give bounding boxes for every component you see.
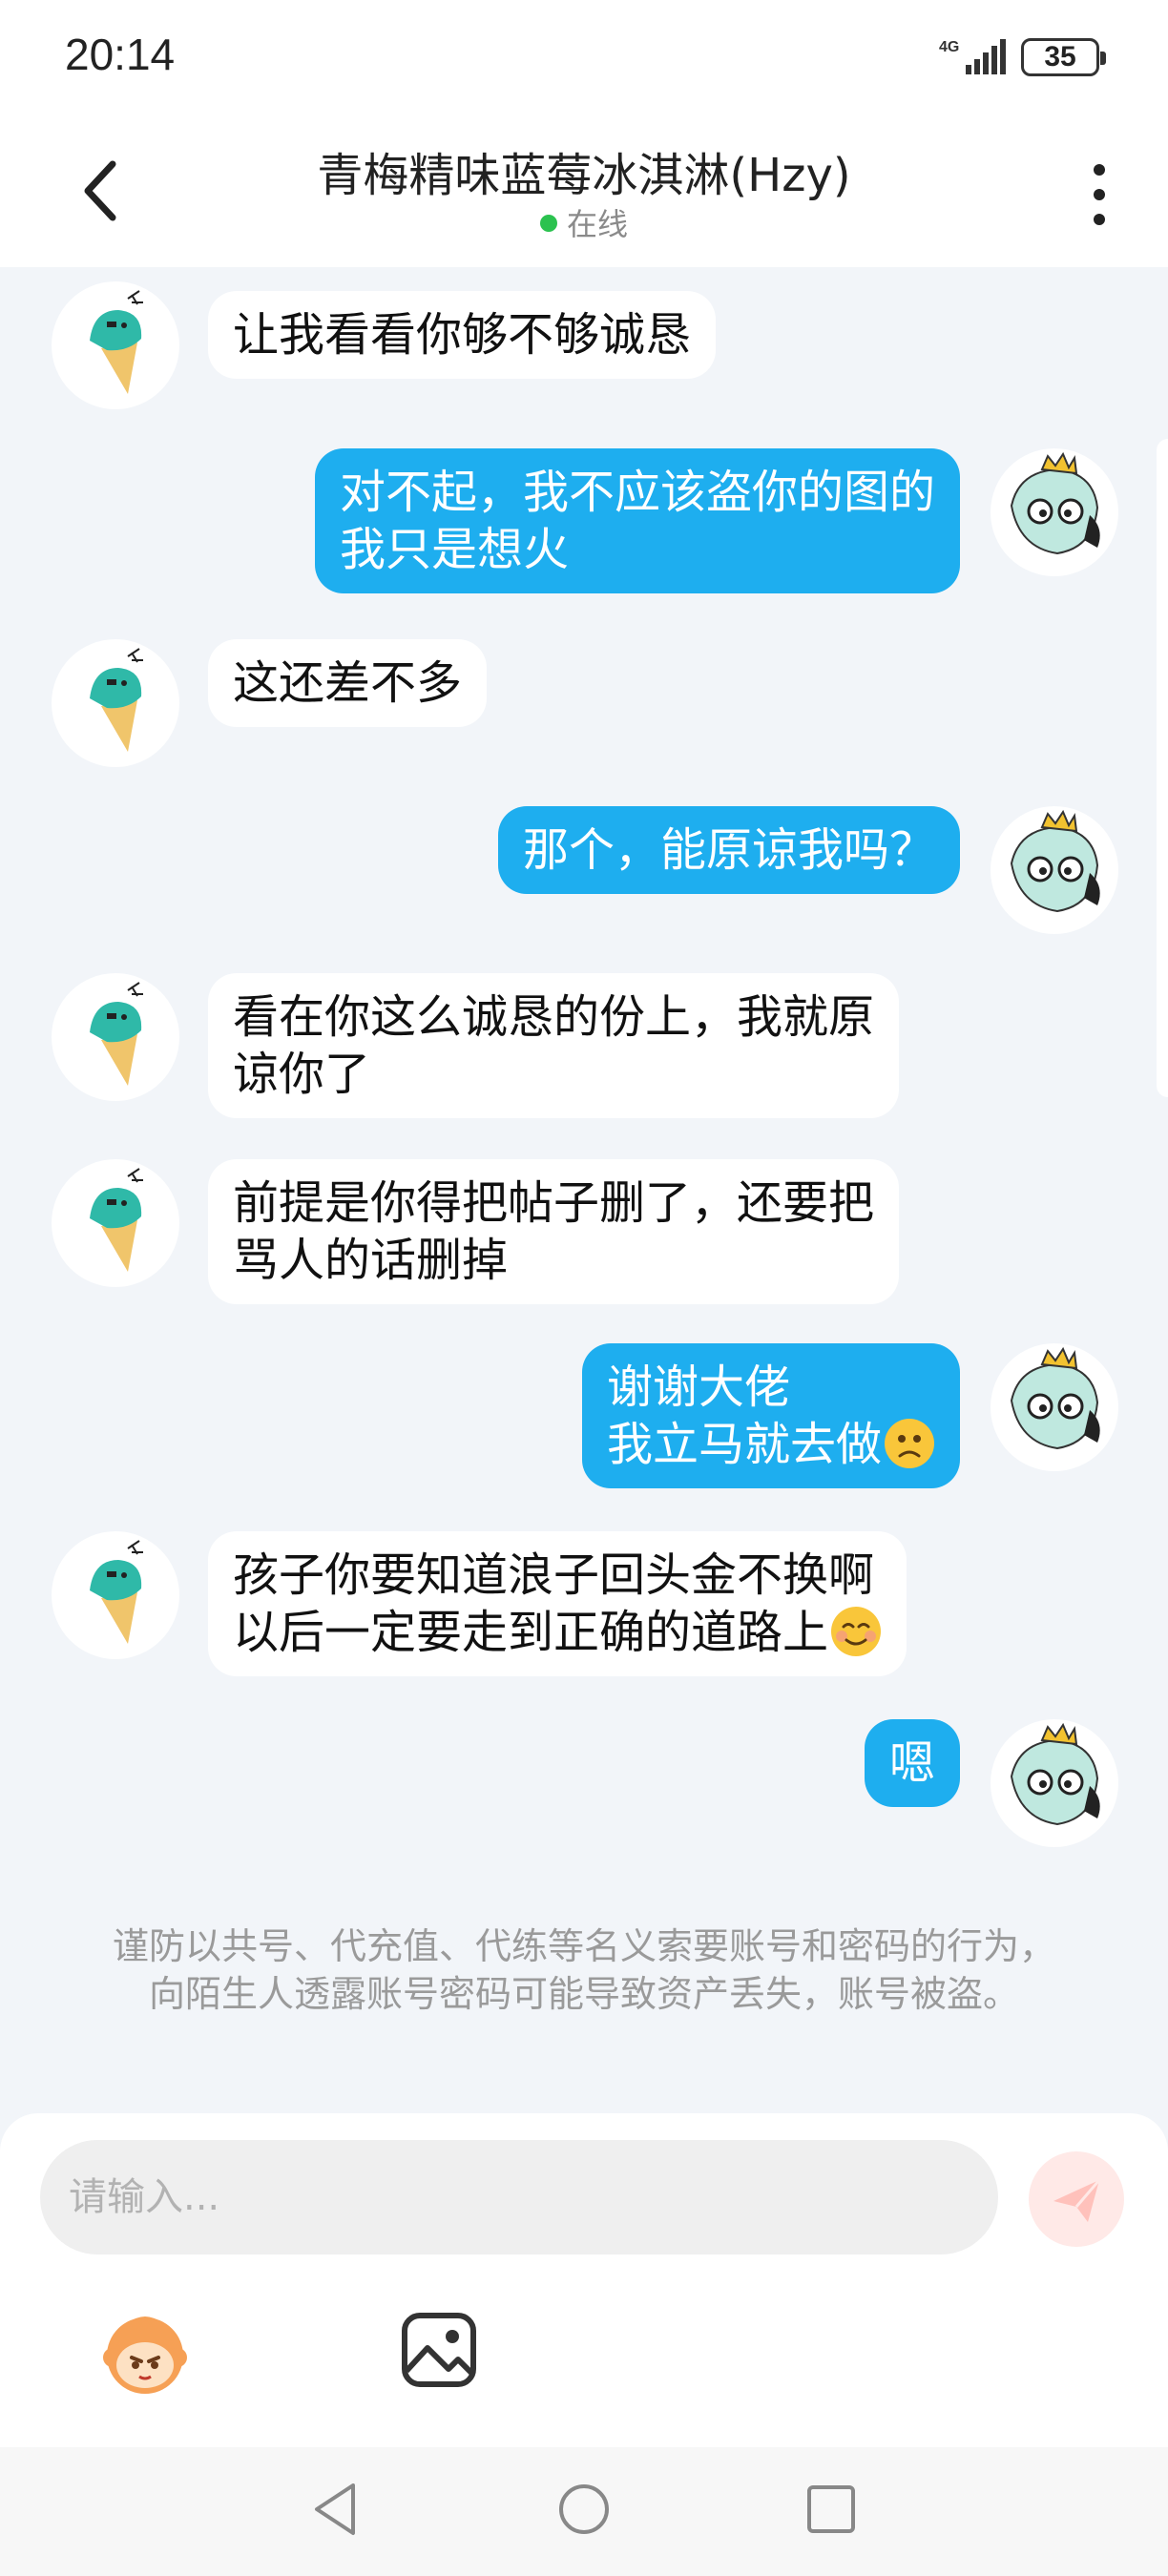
message-text: 孩子你要知道浪子回头金不换啊 以后一定要走到正确的道路上 xyxy=(233,1548,875,1659)
contact-avatar[interactable] xyxy=(52,281,179,409)
send-button[interactable] xyxy=(1029,2151,1124,2247)
message-bubble[interactable]: 对不起，我不应该盗你的图的 我只是想火 xyxy=(314,448,960,593)
my-avatar[interactable] xyxy=(991,1719,1118,1847)
status-icons: 4G 35 xyxy=(939,34,1106,80)
message-input[interactable] xyxy=(40,2140,998,2254)
contact-avatar[interactable] xyxy=(52,639,179,767)
message-bubble[interactable]: 看在你这么诚恳的份上，我就原 谅你了 xyxy=(208,973,900,1118)
nav-home-icon[interactable] xyxy=(551,2476,617,2543)
battery-level: 35 xyxy=(1044,41,1076,73)
image-icon[interactable] xyxy=(399,2310,479,2390)
chat-message-list[interactable]: 让我看看你够不够诚恳 对不起，我不应该盗你的图的 我只是想火 这还差不多 那个，… xyxy=(0,267,1168,2113)
message-bubble[interactable]: 嗯 xyxy=(864,1719,960,1807)
nav-recent-icon[interactable] xyxy=(798,2476,865,2543)
my-avatar[interactable] xyxy=(991,1343,1118,1471)
ice-cream-avatar-icon xyxy=(90,982,143,1086)
input-panel xyxy=(0,2113,1168,2447)
anime-avatar-icon xyxy=(1010,451,1100,555)
battery-icon: 35 xyxy=(1021,38,1106,76)
emoji-icon[interactable] xyxy=(99,2308,191,2399)
online-status: 在线 xyxy=(0,200,1168,244)
status-bar: 20:14 4G 35 xyxy=(0,0,1168,114)
contact-avatar[interactable] xyxy=(52,973,179,1101)
chat-title: 青梅精味蓝莓冰淇淋(Hzy) xyxy=(317,149,851,202)
chat-header: 青梅精味蓝莓冰淇淋(Hzy) 在线 xyxy=(0,114,1168,267)
network-label: 4G xyxy=(939,39,959,55)
message-bubble[interactable]: 前提是你得把帖子删了，还要把 骂人的话删掉 xyxy=(208,1159,900,1304)
message-text: 谢谢大佬 我立马就去做 xyxy=(606,1361,882,1471)
anime-avatar-icon xyxy=(1010,809,1100,913)
more-vertical-icon[interactable] xyxy=(1082,160,1116,229)
message-bubble[interactable]: 那个，能原谅我吗？ xyxy=(497,806,960,894)
message-bubble[interactable]: 谢谢大佬 我立马就去做 xyxy=(581,1343,960,1488)
my-avatar[interactable] xyxy=(991,448,1118,576)
ice-cream-avatar-icon xyxy=(90,648,143,752)
online-dot-icon xyxy=(539,215,557,232)
signal-icon: 4G xyxy=(939,39,1006,74)
message-bubble[interactable]: 孩子你要知道浪子回头金不换啊 以后一定要走到正确的道路上 xyxy=(208,1531,907,1676)
message-bubble[interactable]: 这还差不多 xyxy=(208,639,488,727)
smiling-face-emoji-icon xyxy=(831,1607,882,1656)
send-icon xyxy=(1053,2179,1101,2222)
ice-cream-avatar-icon xyxy=(90,1168,143,1272)
system-nav-bar xyxy=(0,2447,1168,2576)
message-bubble[interactable]: 让我看看你够不够诚恳 xyxy=(208,291,717,379)
online-status-label: 在线 xyxy=(566,206,628,242)
ice-cream-avatar-icon xyxy=(90,290,143,394)
status-time: 20:14 xyxy=(65,30,176,79)
safety-notice: 谨防以共号、代充值、代练等名义索要账号和密码的行为，向陌生人透露账号密码可能导致… xyxy=(112,1925,1055,2015)
ice-cream-avatar-icon xyxy=(90,1540,143,1644)
nav-back-icon[interactable] xyxy=(303,2476,370,2543)
contact-avatar[interactable] xyxy=(52,1159,179,1287)
anime-avatar-icon xyxy=(1010,1346,1100,1450)
anime-avatar-icon xyxy=(1010,1722,1100,1826)
my-avatar[interactable] xyxy=(991,806,1118,934)
contact-avatar[interactable] xyxy=(52,1531,179,1659)
sad-face-emoji-icon xyxy=(885,1419,934,1468)
